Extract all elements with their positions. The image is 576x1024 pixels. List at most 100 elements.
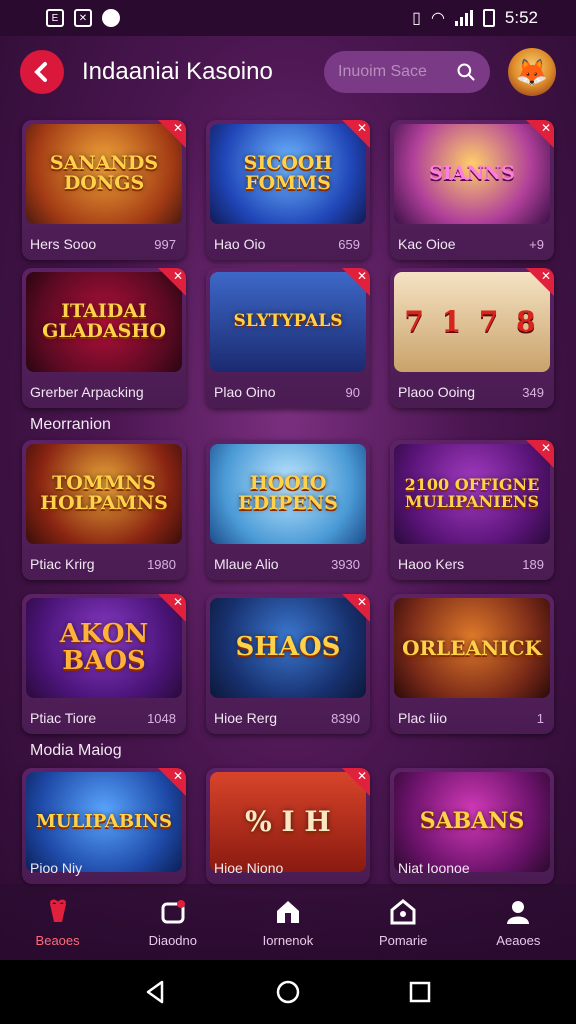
profile-icon [503,897,533,927]
nav-label: Diaodno [148,932,197,948]
game-art-title: 7 1 7 8 [404,305,540,339]
app-notification-icon [102,9,120,27]
search-icon[interactable] [456,61,476,83]
game-count: 659 [338,237,360,252]
game-count: 1980 [147,557,176,572]
message-icon: ✕ [74,9,92,27]
close-icon[interactable]: ✕ [173,121,183,135]
game-count: 997 [154,237,176,252]
game-title: Plac Iiio [398,710,448,726]
game-card[interactable]: MULIPABINS ✕ Pioo Niy [22,768,186,884]
nav-label: Aeaoes [496,932,541,948]
nav-item-slots[interactable]: Diaodno [123,897,223,948]
bottom-nav: Beaoes Diaodno Iornenok Pomarie Aeaoes [0,884,576,960]
game-count: +9 [529,237,544,252]
close-icon[interactable]: ✕ [357,121,367,135]
section-heading: Modia Maiog [30,742,122,759]
game-title: Hioe Niono [214,860,284,876]
game-count: 3930 [331,557,360,572]
fox-mascot-icon: 🦊 [515,56,549,87]
search-input[interactable] [338,63,448,81]
game-title: Hao Oio [214,236,266,252]
game-card[interactable]: TOMMNS HOLPAMNS Ptiac Krirg 1980 [22,440,186,580]
game-card[interactable]: SLYTYPALS ✕ Plao Oino 90 [206,268,370,408]
game-art-title: MULIPABINS [36,810,172,832]
game-art-title: SHAOS [235,632,341,663]
close-icon[interactable]: ✕ [357,269,367,283]
back-button[interactable] [20,50,64,94]
section-heading: Meorranion [30,416,111,433]
game-art: TOMMNS HOLPAMNS [26,444,182,544]
avatar[interactable]: 🦊 [508,48,556,96]
game-art-title: TOMMNS HOLPAMNS [40,472,168,514]
game-art-title: SLYTYPALS [233,311,343,332]
game-card[interactable]: SICOOH FOMMS ✕ Hao Oio 659 [206,120,370,260]
game-card[interactable]: 2100 OFFIGNE MULIPANIENS ✕ Haoo Kers 189 [390,440,554,580]
close-icon[interactable]: ✕ [541,441,551,455]
game-art-title: ITAIDAI GLADASHO [42,300,166,342]
game-title: Plaoo Ooing [398,384,476,400]
app-header: Indaaniai Kasoino 🦊 [0,36,576,108]
game-title: Grerber Arpacking [30,384,144,400]
close-icon[interactable]: ✕ [173,769,183,783]
nav-item-home[interactable]: Iornenok [238,897,338,948]
home-icon [273,897,303,927]
house-icon [388,897,418,927]
close-icon[interactable]: ✕ [357,769,367,783]
game-card[interactable]: AKON BAOS ✕ Ptiac Tiore 1048 [22,594,186,734]
wifi-icon: ◠ [430,10,445,27]
game-count: 1048 [147,711,176,726]
game-card[interactable]: ITAIDAI GLADASHO ✕ Grerber Arpacking [22,268,186,408]
game-title: Plao Oino [214,384,276,400]
game-card[interactable]: SABANS Niat Ioonoe [390,768,554,884]
game-title: Ptiac Krirg [30,556,95,572]
close-icon[interactable]: ✕ [357,595,367,609]
game-art-title: % I H [245,805,331,839]
close-icon[interactable]: ✕ [541,269,551,283]
notification-icon: E [46,9,64,27]
nav-label: Iornenok [262,932,314,948]
nav-item-bonuses[interactable]: Beaoes [8,897,108,948]
system-back-icon[interactable] [142,978,170,1006]
game-card[interactable]: 7 1 7 8 ✕ Plaoo Ooing 349 [390,268,554,408]
game-art-title: HOOIO EDIPENS [238,472,338,514]
status-left: E ✕ [46,9,120,27]
game-card[interactable]: SHAOS ✕ Hioe Rerg 8390 [206,594,370,734]
nav-label: Beaoes [35,932,80,948]
close-icon[interactable]: ✕ [541,121,551,135]
gift-icon [43,897,73,927]
game-count: 349 [522,385,544,400]
game-art-title: 2100 OFFIGNE MULIPANIENS [404,475,540,511]
game-card[interactable]: SANANDS DONGS ✕ Hers Sooo 997 [22,120,186,260]
game-title: Niat Ioonoe [398,860,470,876]
nav-item-profile[interactable]: Aeaoes [468,897,568,948]
search-bar[interactable] [324,51,490,93]
game-title: Haoo Kers [398,556,465,572]
game-card[interactable]: ORLEANICK Plac Iiio 1 [390,594,554,734]
game-title: Hers Sooo [30,236,97,252]
game-count: 8390 [331,711,360,726]
status-bar: E ✕ ▯ ◠ 5:52 [0,0,576,36]
game-title: Hioe Rerg [214,710,278,726]
nav-item-promos[interactable]: Pomarie [353,897,453,948]
game-card[interactable]: % I H ✕ Hioe Niono [206,768,370,884]
system-home-icon[interactable] [274,978,302,1006]
game-count: 1 [536,711,544,726]
game-art-title: SABANS [419,808,525,835]
game-art-title: SICOOH FOMMS [243,152,333,194]
system-recents-icon[interactable] [406,978,434,1006]
game-art: SABANS [394,772,550,872]
close-icon[interactable]: ✕ [173,269,183,283]
game-card[interactable]: HOOIO EDIPENS Mlaue Alio 3930 [206,440,370,580]
game-count: 90 [345,385,360,400]
status-right: ▯ ◠ 5:52 [412,8,538,28]
close-icon[interactable]: ✕ [173,595,183,609]
game-art: ORLEANICK [394,598,550,698]
slot-icon [158,897,188,927]
game-title: Kac Oioe [398,236,456,252]
game-title: Pioo Niy [30,860,83,876]
nav-label: Pomarie [378,932,428,948]
battery-icon [482,9,495,27]
game-art-title: AKON BAOS [59,618,149,676]
game-card[interactable]: SIANNS ✕ Kac Oioe +9 [390,120,554,260]
